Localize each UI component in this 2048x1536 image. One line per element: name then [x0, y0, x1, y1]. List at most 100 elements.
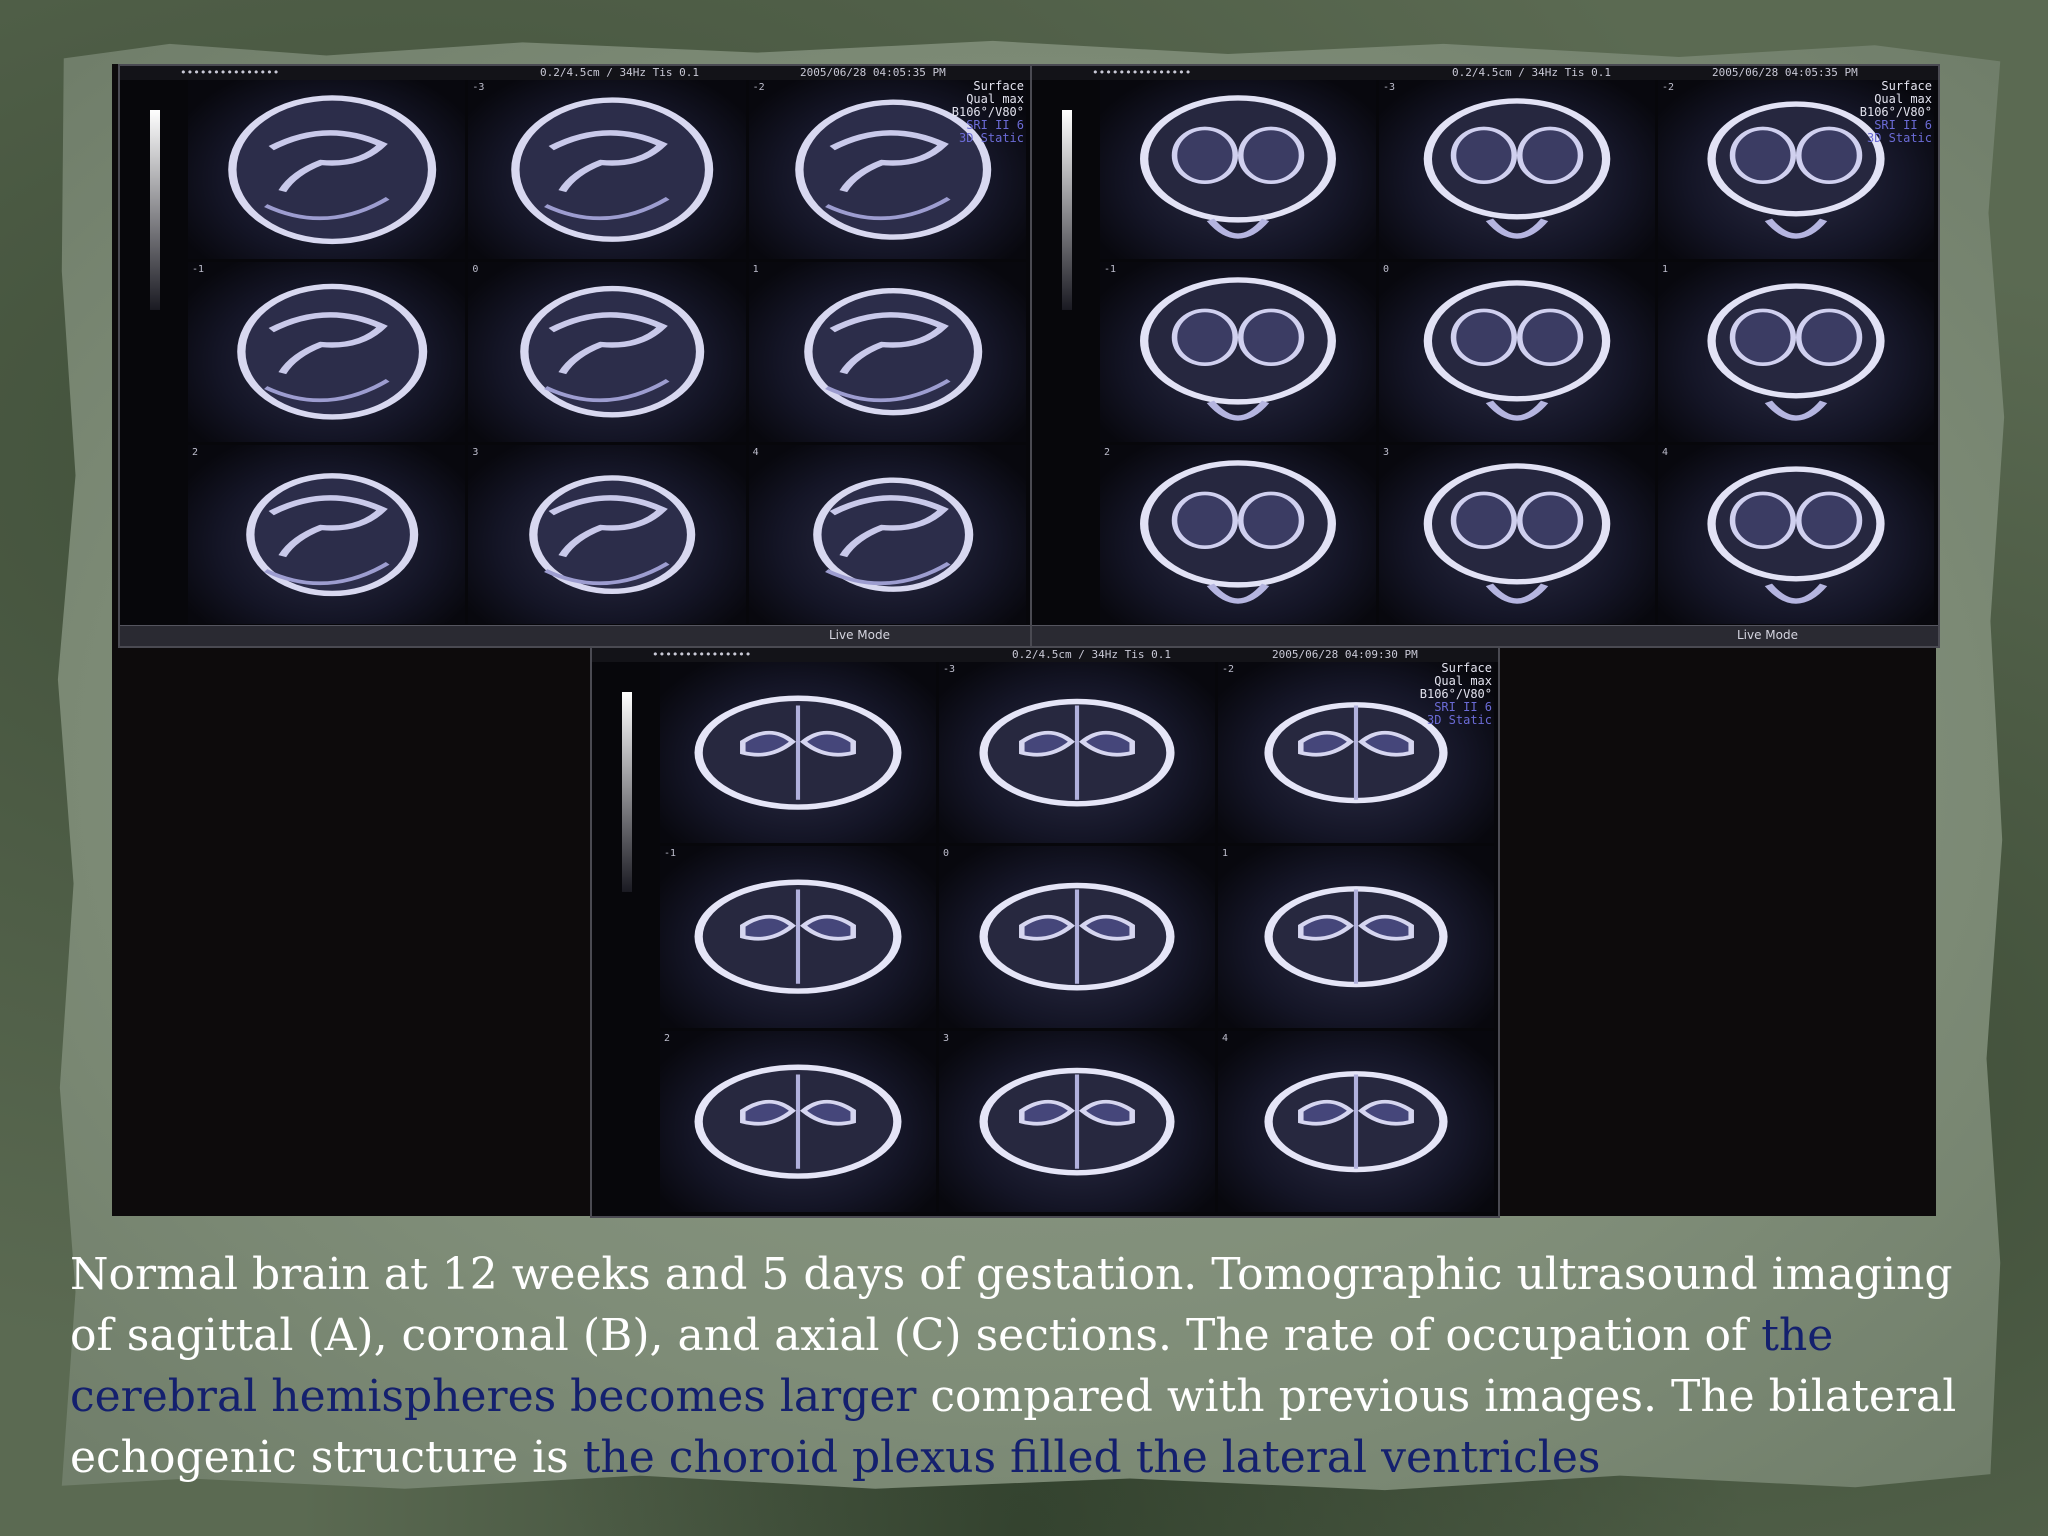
slice-image: [1707, 465, 1885, 604]
slice-index-label: -1: [1104, 264, 1117, 276]
ultrasound-slice: -1: [188, 262, 466, 442]
slice-image: [228, 95, 437, 245]
overlay-line: 3D Static: [1426, 713, 1492, 727]
slice-image: [979, 883, 1175, 991]
topbar-dots: •••••••••••••••: [1092, 66, 1192, 79]
slice-index-label: 3: [1383, 446, 1390, 458]
overlay-line: 3D Static: [958, 131, 1024, 145]
topbar-dots: •••••••••••••••: [652, 648, 752, 661]
slice-image: [1140, 277, 1336, 421]
slice-index-label: 1: [1222, 848, 1229, 860]
ultrasound-slice: [1100, 80, 1376, 260]
ultrasound-slice: [660, 662, 936, 844]
slice-index-label: 0: [472, 264, 479, 276]
slice-image: [237, 284, 428, 420]
slice-index-label: 2: [664, 1032, 671, 1044]
ultrasound-slice: 1: [748, 262, 1026, 442]
slice-index-label: 4: [752, 446, 759, 458]
ultrasound-slice: 2: [1100, 444, 1376, 624]
ultrasound-slice: -3: [1379, 80, 1655, 260]
slice-image: [694, 695, 902, 810]
slice-index-label: 2: [1104, 446, 1111, 458]
ultrasound-slice: 0: [1379, 262, 1655, 442]
ultrasound-slice: 4: [1218, 1030, 1494, 1212]
slice-index-label: 4: [1222, 1032, 1229, 1044]
slice-image: [1423, 462, 1611, 604]
slice-image: [694, 1064, 902, 1179]
slice-index-label: 0: [943, 848, 950, 860]
slice-index-label: 3: [472, 446, 479, 458]
ultrasound-slice: [188, 80, 466, 260]
slice-index-label: -2: [1662, 82, 1675, 93]
caption-text: Normal brain at 12 weeks and 5 days of g…: [70, 1249, 1953, 1361]
tomographic-grid: -3 -2 -1 0 1 2 3 4: [660, 662, 1494, 1212]
live-mode-label: Live Mode: [828, 628, 890, 642]
overlay-line: 3D Static: [1866, 131, 1932, 145]
topbar-settings: 0.2/4.5cm / 34Hz Tis 0.1: [540, 66, 699, 79]
slice-index-label: 4: [1662, 446, 1669, 458]
slice-image: [1423, 98, 1611, 239]
panel-a-statusbar: Live Mode: [120, 625, 1030, 646]
panel-b-topbar: ••••••••••••••• 0.2/4.5cm / 34Hz Tis 0.1…: [1032, 66, 1938, 80]
ultrasound-slice: 4: [748, 444, 1026, 624]
slice-index-label: 1: [1662, 264, 1669, 276]
ultrasound-slice: -1: [1100, 262, 1376, 442]
slice-index-label: 2: [192, 446, 199, 458]
topbar-timestamp: 2005/06/28 04:09:30 PM: [1272, 648, 1418, 661]
panel-axial: ••••••••••••••• 0.2/4.5cm / 34Hz Tis 0.1…: [590, 648, 1500, 1218]
slice-image: [694, 879, 902, 995]
panel-a-topbar: ••••••••••••••• 0.2/4.5cm / 34Hz Tis 0.1…: [120, 66, 1030, 80]
panel-coronal: ••••••••••••••• 0.2/4.5cm / 34Hz Tis 0.1…: [1030, 64, 1940, 648]
ultrasound-slice: 3: [468, 444, 746, 624]
ultrasound-slice: 3: [1379, 444, 1655, 624]
slice-image: [511, 97, 714, 242]
panel-b-settings-overlay: Surface Qual max B106°/V80° SRI II 6 3D …: [1860, 80, 1932, 145]
panel-b-statusbar: Live Mode: [1032, 625, 1938, 646]
ultrasound-figure: ••••••••••••••• 0.2/4.5cm / 34Hz Tis 0.1…: [112, 64, 1940, 1218]
caption-highlight: the choroid plexus filled the lateral ve…: [582, 1432, 1601, 1483]
ultrasound-slice: 2: [660, 1030, 936, 1212]
ultrasound-slice: 1: [1218, 846, 1494, 1028]
live-mode-label: Live Mode: [1736, 628, 1798, 642]
slice-image: [979, 698, 1175, 807]
tomographic-grid: -3 -2 -1 0 1 2 3 4: [1100, 80, 1934, 624]
slice-index-label: 3: [943, 1032, 950, 1044]
slice-index-label: -2: [1222, 664, 1235, 675]
slice-index-label: -1: [664, 848, 677, 860]
topbar-settings: 0.2/4.5cm / 34Hz Tis 0.1: [1012, 648, 1171, 661]
slice-index-label: -3: [1383, 82, 1396, 93]
figure-caption: Normal brain at 12 weeks and 5 days of g…: [70, 1244, 1970, 1488]
slice-image: [1707, 283, 1885, 421]
slice-image: [979, 1067, 1175, 1176]
ultrasound-slice: 3: [939, 1030, 1215, 1212]
ultrasound-slice: 1: [1658, 262, 1934, 442]
slice-image: [520, 286, 705, 418]
ultrasound-slice: -1: [660, 846, 936, 1028]
slice-image: [246, 472, 419, 596]
topbar-timestamp: 2005/06/28 04:05:35 PM: [1712, 66, 1858, 79]
ultrasound-slice: 4: [1658, 444, 1934, 624]
slice-image: [1264, 1070, 1448, 1172]
grey-scale-bar: [1062, 110, 1072, 310]
topbar-dots: •••••••••••••••: [180, 66, 280, 79]
panel-c-topbar: ••••••••••••••• 0.2/4.5cm / 34Hz Tis 0.1…: [592, 648, 1498, 662]
slice-index-label: -1: [192, 264, 205, 276]
slice-image: [1264, 886, 1448, 988]
ultrasound-slice: -3: [939, 662, 1215, 844]
slice-index-label: 1: [752, 264, 759, 276]
slice-image: [1140, 95, 1336, 239]
slice-image: [803, 288, 982, 416]
ultrasound-slice: -3: [468, 80, 746, 260]
grey-scale-bar: [150, 110, 160, 310]
slice-image: [1140, 459, 1336, 604]
slice-image: [529, 474, 696, 594]
slice-index-label: -3: [943, 664, 956, 675]
tomographic-grid: -3 -2 -1 0 1 2 3 4: [188, 80, 1026, 624]
topbar-timestamp: 2005/06/28 04:05:35 PM: [800, 66, 946, 79]
panel-a-settings-overlay: Surface Qual max B106°/V80° SRI II 6 3D …: [952, 80, 1024, 145]
slice-image: [1423, 280, 1611, 421]
slice-image: [812, 477, 973, 592]
panel-sagittal: ••••••••••••••• 0.2/4.5cm / 34Hz Tis 0.1…: [118, 64, 1032, 648]
grey-scale-bar: [622, 692, 632, 892]
ultrasound-slice: 0: [468, 262, 746, 442]
